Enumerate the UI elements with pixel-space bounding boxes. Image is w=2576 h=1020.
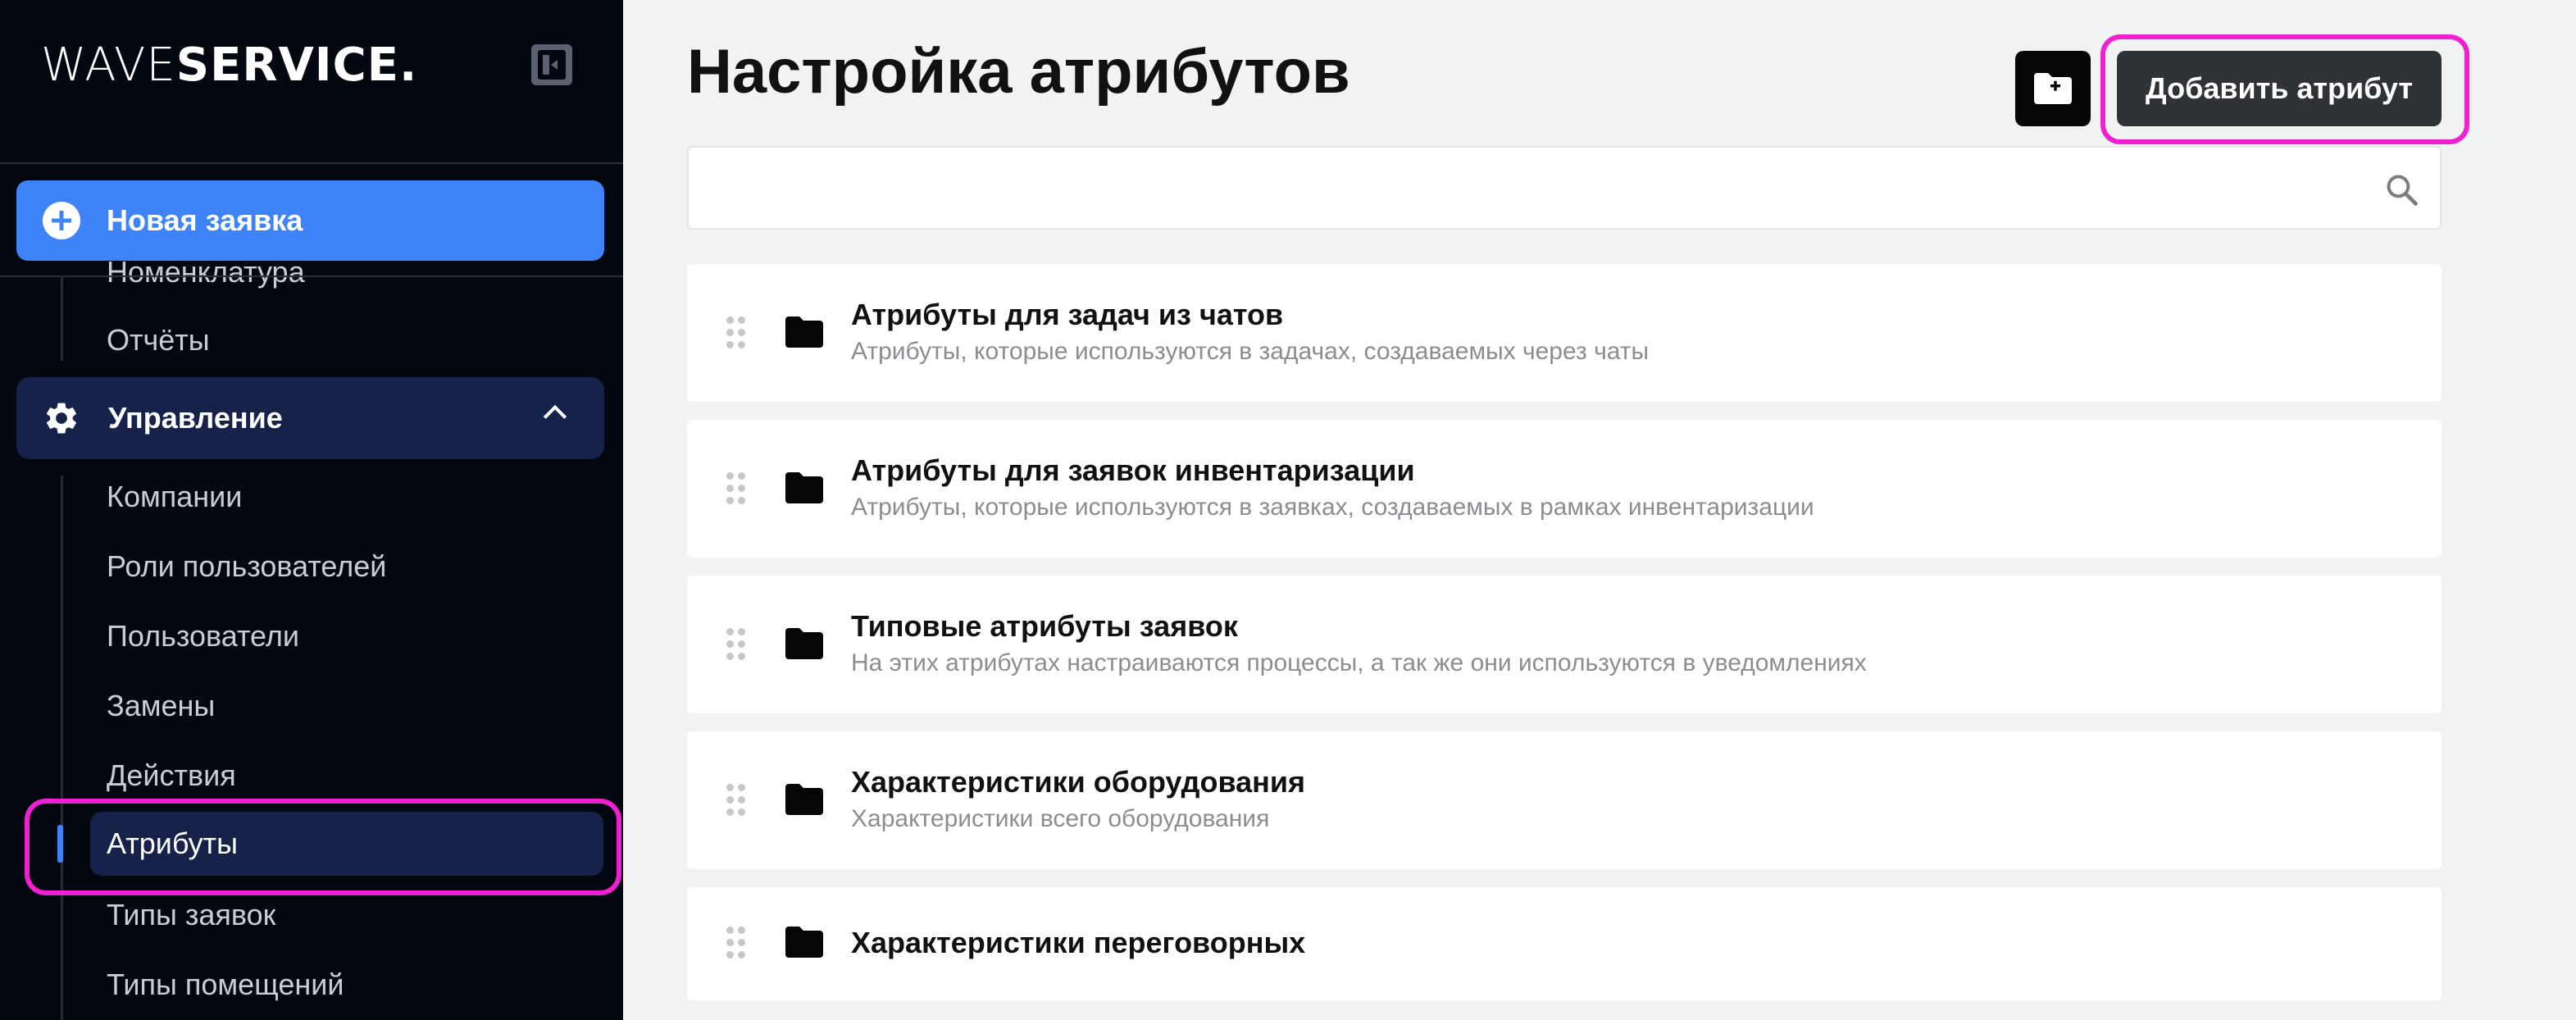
sidebar-item-attributes[interactable]: Атрибуты: [90, 812, 603, 876]
sidebar-section-management[interactable]: Управление: [16, 377, 604, 459]
search-input[interactable]: [705, 164, 2364, 215]
group-title: Характеристики оборудования: [851, 765, 1306, 799]
sidebar-item-request-types[interactable]: Типы заявок: [107, 897, 275, 933]
sidebar-item-actions[interactable]: Действия: [107, 758, 236, 794]
new-request-button[interactable]: Новая заявка: [16, 180, 604, 261]
page-title: Настройка атрибутов: [687, 37, 1350, 107]
collapse-sidebar-icon: [538, 50, 566, 80]
sidebar-divider: [0, 162, 623, 164]
folder-icon: [785, 927, 823, 958]
tree-line: [61, 476, 63, 1020]
attribute-group-card[interactable]: Характеристики оборудования Характеристи…: [687, 731, 2442, 869]
add-folder-button[interactable]: [2015, 51, 2091, 126]
folder-icon: [785, 472, 823, 503]
group-description: Атрибуты, которые используются в задачах…: [851, 338, 1650, 365]
drag-handle-icon[interactable]: [726, 927, 746, 959]
drag-handle-icon[interactable]: [726, 316, 746, 349]
sidebar-item-substitutions[interactable]: Замены: [107, 688, 215, 724]
app-logo[interactable]: WAVESERVICE.: [41, 41, 417, 90]
add-attribute-button[interactable]: Добавить атрибут: [2117, 51, 2442, 126]
folder-icon: [785, 316, 823, 348]
sidebar-item-reports[interactable]: Отчёты: [107, 322, 210, 358]
group-description: На этих атрибутах настраиваются процессы…: [851, 649, 1867, 676]
group-description: Характеристики всего оборудования: [851, 805, 1270, 832]
group-description: Атрибуты, которые используются в заявках…: [851, 494, 1814, 521]
sidebar-divider: [0, 275, 623, 277]
sidebar-item-users[interactable]: Пользователи: [107, 618, 299, 654]
attribute-group-card[interactable]: Типовые атрибуты заявок На этих атрибута…: [687, 576, 2442, 713]
group-title: Атрибуты для заявок инвентаризации: [851, 453, 1415, 487]
attribute-group-card[interactable]: Атрибуты для заявок инвентаризации Атриб…: [687, 420, 2442, 558]
section-label: Управление: [108, 401, 283, 435]
group-title: Типовые атрибуты заявок: [851, 609, 1238, 643]
group-title: Атрибуты для задач из чатов: [851, 298, 1284, 331]
active-indicator: [57, 825, 63, 863]
new-request-label: Новая заявка: [107, 203, 303, 237]
sidebar-item-companies[interactable]: Компании: [107, 479, 242, 515]
collapse-sidebar-button[interactable]: [531, 44, 572, 85]
sidebar: WAVESERVICE. Номенклатура Новая заявка О…: [0, 0, 623, 1020]
search-field[interactable]: [687, 146, 2442, 230]
drag-handle-icon[interactable]: [726, 628, 746, 661]
plus-circle-icon: [43, 202, 80, 239]
gear-icon: [41, 398, 82, 439]
group-title: Характеристики переговорных: [851, 926, 1306, 959]
drag-handle-icon[interactable]: [726, 472, 746, 505]
attribute-group-card[interactable]: Характеристики переговорных: [687, 887, 2442, 1000]
chevron-up-icon: [543, 404, 567, 429]
logo-text-light: WAVE: [41, 39, 176, 92]
tree-line: [61, 275, 63, 361]
sidebar-item-user-roles[interactable]: Роли пользователей: [107, 549, 386, 585]
search-icon[interactable]: [2384, 172, 2420, 208]
folder-add-icon: [2034, 73, 2072, 104]
drag-handle-icon[interactable]: [726, 784, 746, 817]
sidebar-item-room-types[interactable]: Типы помещений: [107, 967, 344, 1003]
folder-icon: [785, 784, 823, 815]
attribute-group-card[interactable]: Атрибуты для задач из чатов Атрибуты, ко…: [687, 264, 2442, 402]
logo-text-bold: SERVICE.: [175, 39, 418, 92]
folder-icon: [785, 628, 823, 659]
